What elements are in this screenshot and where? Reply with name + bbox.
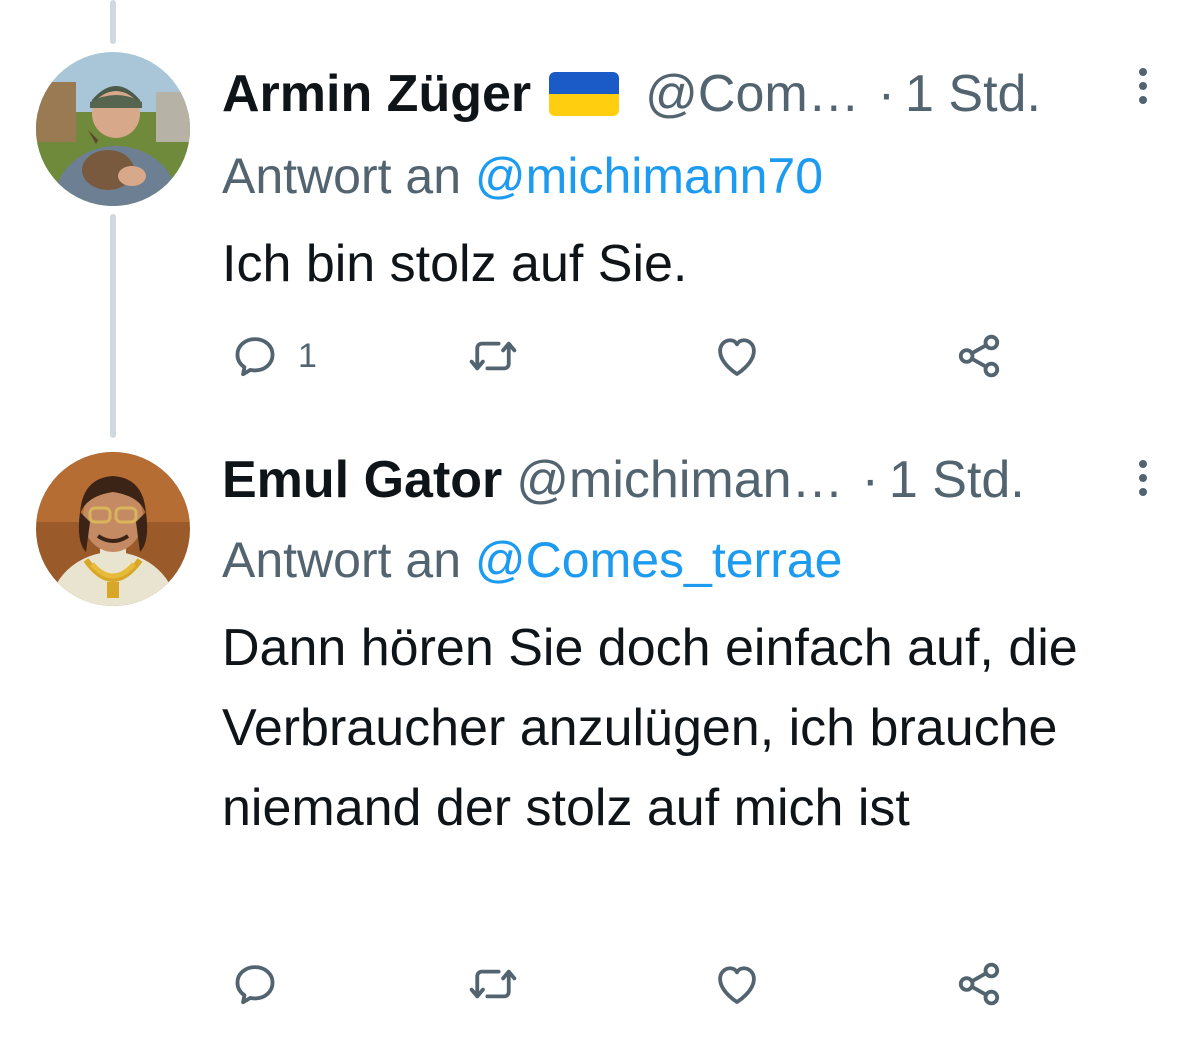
tweet-text: Dann hören Sie doch einfach auf, die Ver… <box>222 619 1078 837</box>
retweet-icon <box>469 341 517 371</box>
avatar-man-with-gold-chains-icon <box>36 452 190 606</box>
like-icon <box>718 338 756 376</box>
ukraine-flag-icon <box>549 72 620 116</box>
more-options-button[interactable] <box>1128 66 1158 110</box>
reply-mention-link[interactable]: @michimann70 <box>475 148 823 204</box>
user-handle[interactable]: @Com… <box>645 62 860 126</box>
display-name[interactable]: Armin Züger <box>222 62 531 126</box>
reply-prefix: Antwort an <box>222 532 462 588</box>
reply-count: 1 <box>298 336 317 375</box>
like-button[interactable] <box>710 326 764 386</box>
avatar-man-holding-goat-icon <box>36 52 190 206</box>
tweet-text: Ich bin stolz auf Sie. <box>222 235 688 293</box>
tweet-armin-zueger[interactable]: Armin Züger @Com… · 1 Std. Antwort an @m… <box>0 0 1200 420</box>
retweet-icon <box>469 969 517 999</box>
reply-icon <box>235 337 275 377</box>
reply-button[interactable] <box>228 954 298 1014</box>
avatar[interactable] <box>36 52 190 206</box>
separator-dot: · <box>861 451 879 509</box>
reply-context: Antwort an @Comes_terrae <box>222 528 842 592</box>
tweet-emul-gator[interactable]: Emul Gator @michiman… · 1 Std. Antwort a… <box>0 420 1200 1043</box>
share-icon <box>958 334 1000 378</box>
retweet-button[interactable] <box>466 326 520 386</box>
reply-icon <box>235 965 275 1005</box>
reply-button[interactable]: 1 <box>228 326 317 386</box>
share-icon <box>958 962 1000 1006</box>
share-button[interactable] <box>952 954 1006 1014</box>
like-button[interactable] <box>710 954 764 1014</box>
user-handle[interactable]: @michiman… <box>516 448 843 512</box>
more-icon <box>1139 68 1147 104</box>
tweet-header: Emul Gator @michiman… · 1 Std. <box>222 448 1025 512</box>
more-icon <box>1139 460 1147 496</box>
tweet-header: Armin Züger @Com… · 1 Std. <box>222 62 1041 126</box>
share-button[interactable] <box>952 326 1006 386</box>
separator-dot: · <box>877 65 896 123</box>
reply-context: Antwort an @michimann70 <box>222 144 823 208</box>
avatar[interactable] <box>36 452 190 606</box>
retweet-button[interactable] <box>466 954 520 1014</box>
more-options-button[interactable] <box>1128 458 1158 502</box>
reply-prefix: Antwort an <box>222 148 462 204</box>
display-name[interactable]: Emul Gator <box>222 448 502 512</box>
like-icon <box>718 966 756 1004</box>
timestamp[interactable]: 1 Std. <box>889 448 1025 512</box>
timestamp[interactable]: 1 Std. <box>905 62 1041 126</box>
reply-mention-link[interactable]: @Comes_terrae <box>475 532 843 588</box>
